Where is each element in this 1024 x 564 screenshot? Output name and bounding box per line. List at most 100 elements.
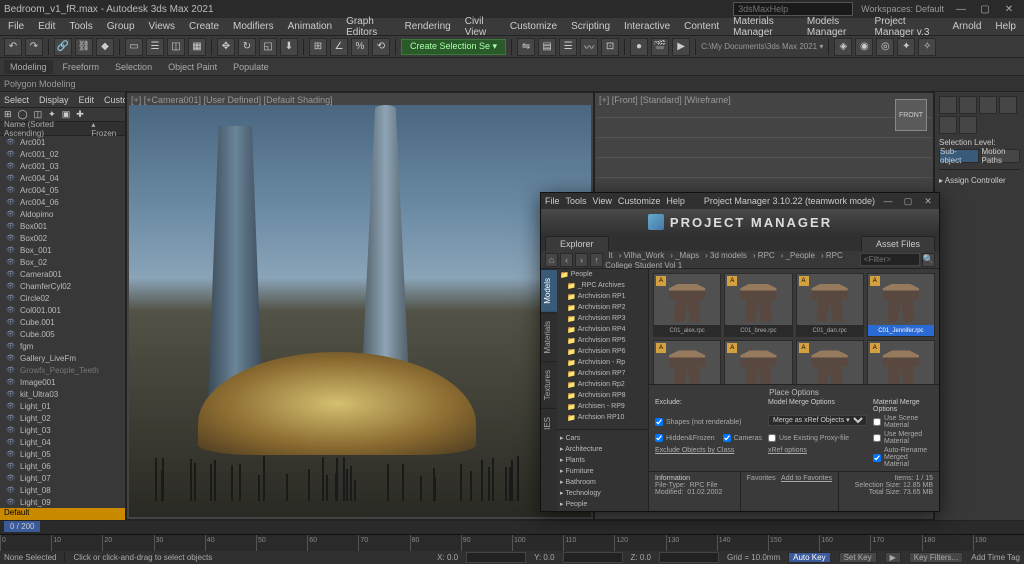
menu-scripting[interactable]: Scripting bbox=[567, 19, 614, 34]
pm-sidetab-materials[interactable]: Materials bbox=[541, 312, 557, 361]
workspaces-label[interactable]: Workspaces: Default bbox=[861, 4, 944, 14]
tree-node[interactable]: 📁Archvision - Rp bbox=[557, 357, 648, 368]
scene-item[interactable]: 👁Light_08 bbox=[0, 484, 125, 496]
menu-interactive[interactable]: Interactive bbox=[620, 19, 674, 34]
menu-customize[interactable]: Customize bbox=[506, 19, 561, 34]
pm-sidetab-ies[interactable]: IES bbox=[541, 408, 557, 438]
scene-item[interactable]: 👁Arc001_03 bbox=[0, 160, 125, 172]
render-frame-icon[interactable]: ▶ bbox=[672, 38, 690, 56]
coord-z-input[interactable] bbox=[659, 552, 719, 563]
angle-snap-icon[interactable]: ∠ bbox=[330, 38, 348, 56]
cb-existing-proxy[interactable]: Use Existing Proxy-file bbox=[768, 431, 867, 445]
category-technology[interactable]: ▸ Technology bbox=[557, 487, 648, 498]
scene-item[interactable]: 👁fgm bbox=[0, 340, 125, 352]
coord-y-input[interactable] bbox=[563, 552, 623, 563]
pm-menu-view[interactable]: View bbox=[593, 196, 612, 206]
pm-up-icon[interactable]: ↑ bbox=[590, 253, 603, 267]
breadcrumb[interactable]: It bbox=[605, 251, 615, 260]
keyfilters-button[interactable]: Key Filters... bbox=[909, 552, 963, 563]
pm-back-icon[interactable]: ‹ bbox=[560, 253, 573, 267]
tree-node[interactable]: 📁Archsion RP10 bbox=[557, 412, 648, 423]
pm-menu-tools[interactable]: Tools bbox=[566, 196, 587, 206]
viewcube-icon[interactable]: FRONT bbox=[895, 99, 927, 131]
asset-thumbnail[interactable]: AC01_Kyle.rpc bbox=[724, 340, 792, 384]
scene-item[interactable]: 👁Light_04 bbox=[0, 436, 125, 448]
scene-item[interactable]: 👁Light_07 bbox=[0, 472, 125, 484]
minimize-icon[interactable]: — bbox=[950, 2, 972, 16]
scene-item[interactable]: 👁kit_Ultra03 bbox=[0, 388, 125, 400]
scene-menu-customize[interactable]: Customize bbox=[104, 95, 126, 105]
asset-thumbnail[interactable]: AC01_John.rpc bbox=[653, 340, 721, 384]
tool-a-icon[interactable]: ◈ bbox=[834, 38, 852, 56]
menu-views[interactable]: Views bbox=[145, 19, 180, 34]
menu-materials-manager[interactable]: Materials Manager bbox=[729, 14, 797, 40]
spinner-snap-icon[interactable]: ⟲ bbox=[372, 38, 390, 56]
align-icon[interactable]: ▤ bbox=[538, 38, 556, 56]
tree-node[interactable]: 📁Archvision RP3 bbox=[557, 313, 648, 324]
scene-item[interactable]: 👁Arc004_06 bbox=[0, 196, 125, 208]
project-path[interactable]: C:\My Documents\3ds Max 2021 ▾ bbox=[701, 42, 823, 51]
scene-item[interactable]: 👁Image001 bbox=[0, 376, 125, 388]
cb-hidden[interactable]: Hidden&Frozen Cameras bbox=[655, 431, 762, 445]
scene-item[interactable]: 👁Box001 bbox=[0, 220, 125, 232]
scene-item[interactable]: 👁Aldopimo bbox=[0, 208, 125, 220]
close-icon[interactable]: ✕ bbox=[998, 2, 1020, 16]
category-people[interactable]: ▸ People bbox=[557, 498, 648, 509]
display-tab-icon[interactable] bbox=[939, 116, 957, 134]
scene-item[interactable]: 👁Circle02 bbox=[0, 292, 125, 304]
ribbon-tab-freeform[interactable]: Freeform bbox=[57, 60, 106, 74]
menu-create[interactable]: Create bbox=[185, 19, 223, 34]
filter-helper-icon[interactable]: ✚ bbox=[76, 109, 84, 120]
tree-node[interactable]: 📁Archvision RP4 bbox=[557, 324, 648, 335]
cb-autorename[interactable]: Auto-Rename Merged Material bbox=[873, 447, 933, 468]
cb-scene-material[interactable]: Use Scene Material bbox=[873, 415, 933, 429]
tree-node[interactable]: 📁People bbox=[557, 269, 648, 280]
scene-item[interactable]: 👁Light_06 bbox=[0, 460, 125, 472]
menu-arnold[interactable]: Arnold bbox=[949, 19, 986, 34]
pm-menu-help[interactable]: Help bbox=[666, 196, 685, 206]
scene-item[interactable]: 👁Growfx_People_Teeth bbox=[0, 364, 125, 376]
scene-item[interactable]: 👁Arc001_02 bbox=[0, 148, 125, 160]
select-icon[interactable]: ▭ bbox=[125, 38, 143, 56]
pm-menu-file[interactable]: File bbox=[545, 196, 560, 206]
filter-geo-icon[interactable]: ◯ bbox=[18, 109, 28, 120]
pm-titlebar[interactable]: FileToolsViewCustomizeHelp Project Manag… bbox=[541, 193, 939, 209]
filter-light-icon[interactable]: ✦ bbox=[48, 109, 56, 120]
assign-controller-label[interactable]: ▸ Assign Controller bbox=[939, 176, 1020, 185]
exclude-by-class-link[interactable]: Exclude Objects by Class bbox=[655, 447, 762, 468]
tree-node[interactable]: 📁Archvision RP7 bbox=[557, 368, 648, 379]
menu-group[interactable]: Group bbox=[103, 19, 139, 34]
menu-content[interactable]: Content bbox=[680, 19, 723, 34]
move-icon[interactable]: ✥ bbox=[217, 38, 235, 56]
timeline[interactable]: 0 / 200 01020304050607080901001101201301… bbox=[0, 520, 1024, 550]
play-icon[interactable]: ▶ bbox=[885, 552, 901, 563]
modify-tab-icon[interactable] bbox=[959, 96, 977, 114]
pm-close-icon[interactable]: ✕ bbox=[921, 195, 935, 207]
pm-minimize-icon[interactable]: — bbox=[881, 195, 895, 207]
menu-models-manager[interactable]: Models Manager bbox=[803, 14, 865, 40]
scene-menu-select[interactable]: Select bbox=[4, 95, 29, 105]
category-bathroom[interactable]: ▸ Bathroom bbox=[557, 476, 648, 487]
time-slider[interactable]: 0 / 200 bbox=[4, 521, 40, 532]
maximize-icon[interactable]: ▢ bbox=[974, 2, 996, 16]
menu-animation[interactable]: Animation bbox=[284, 19, 336, 34]
unlink-icon[interactable]: ⛓ bbox=[75, 38, 93, 56]
scene-column-header[interactable]: Name (Sorted Ascending) ▴ Frozen bbox=[0, 122, 125, 136]
tool-b-icon[interactable]: ◉ bbox=[855, 38, 873, 56]
link-icon[interactable]: 🔗 bbox=[54, 38, 72, 56]
viewport-front-label[interactable]: [+] [Front] [Standard] [Wireframe] bbox=[599, 95, 731, 105]
scene-item[interactable]: 👁Light_02 bbox=[0, 412, 125, 424]
xref-options-link[interactable]: xRef options bbox=[768, 447, 867, 468]
scene-item[interactable]: 👁Arc004_04 bbox=[0, 172, 125, 184]
scene-item[interactable]: 👁Box002 bbox=[0, 232, 125, 244]
pm-menu-customize[interactable]: Customize bbox=[618, 196, 661, 206]
cb-merged-material[interactable]: Use Merged Material bbox=[873, 431, 933, 445]
tree-node[interactable]: 📁Archvision RP1 bbox=[557, 291, 648, 302]
asset-thumbnail[interactable]: AC01_dan.rpc bbox=[796, 273, 864, 337]
menu-graph-editors[interactable]: Graph Editors bbox=[342, 14, 394, 40]
menu-rendering[interactable]: Rendering bbox=[401, 19, 455, 34]
category-furniture[interactable]: ▸ Furniture bbox=[557, 465, 648, 476]
menu-modifiers[interactable]: Modifiers bbox=[229, 19, 278, 34]
ribbon-tab-object paint[interactable]: Object Paint bbox=[162, 60, 223, 74]
tree-node[interactable]: 📁Archvision RP2 bbox=[557, 302, 648, 313]
